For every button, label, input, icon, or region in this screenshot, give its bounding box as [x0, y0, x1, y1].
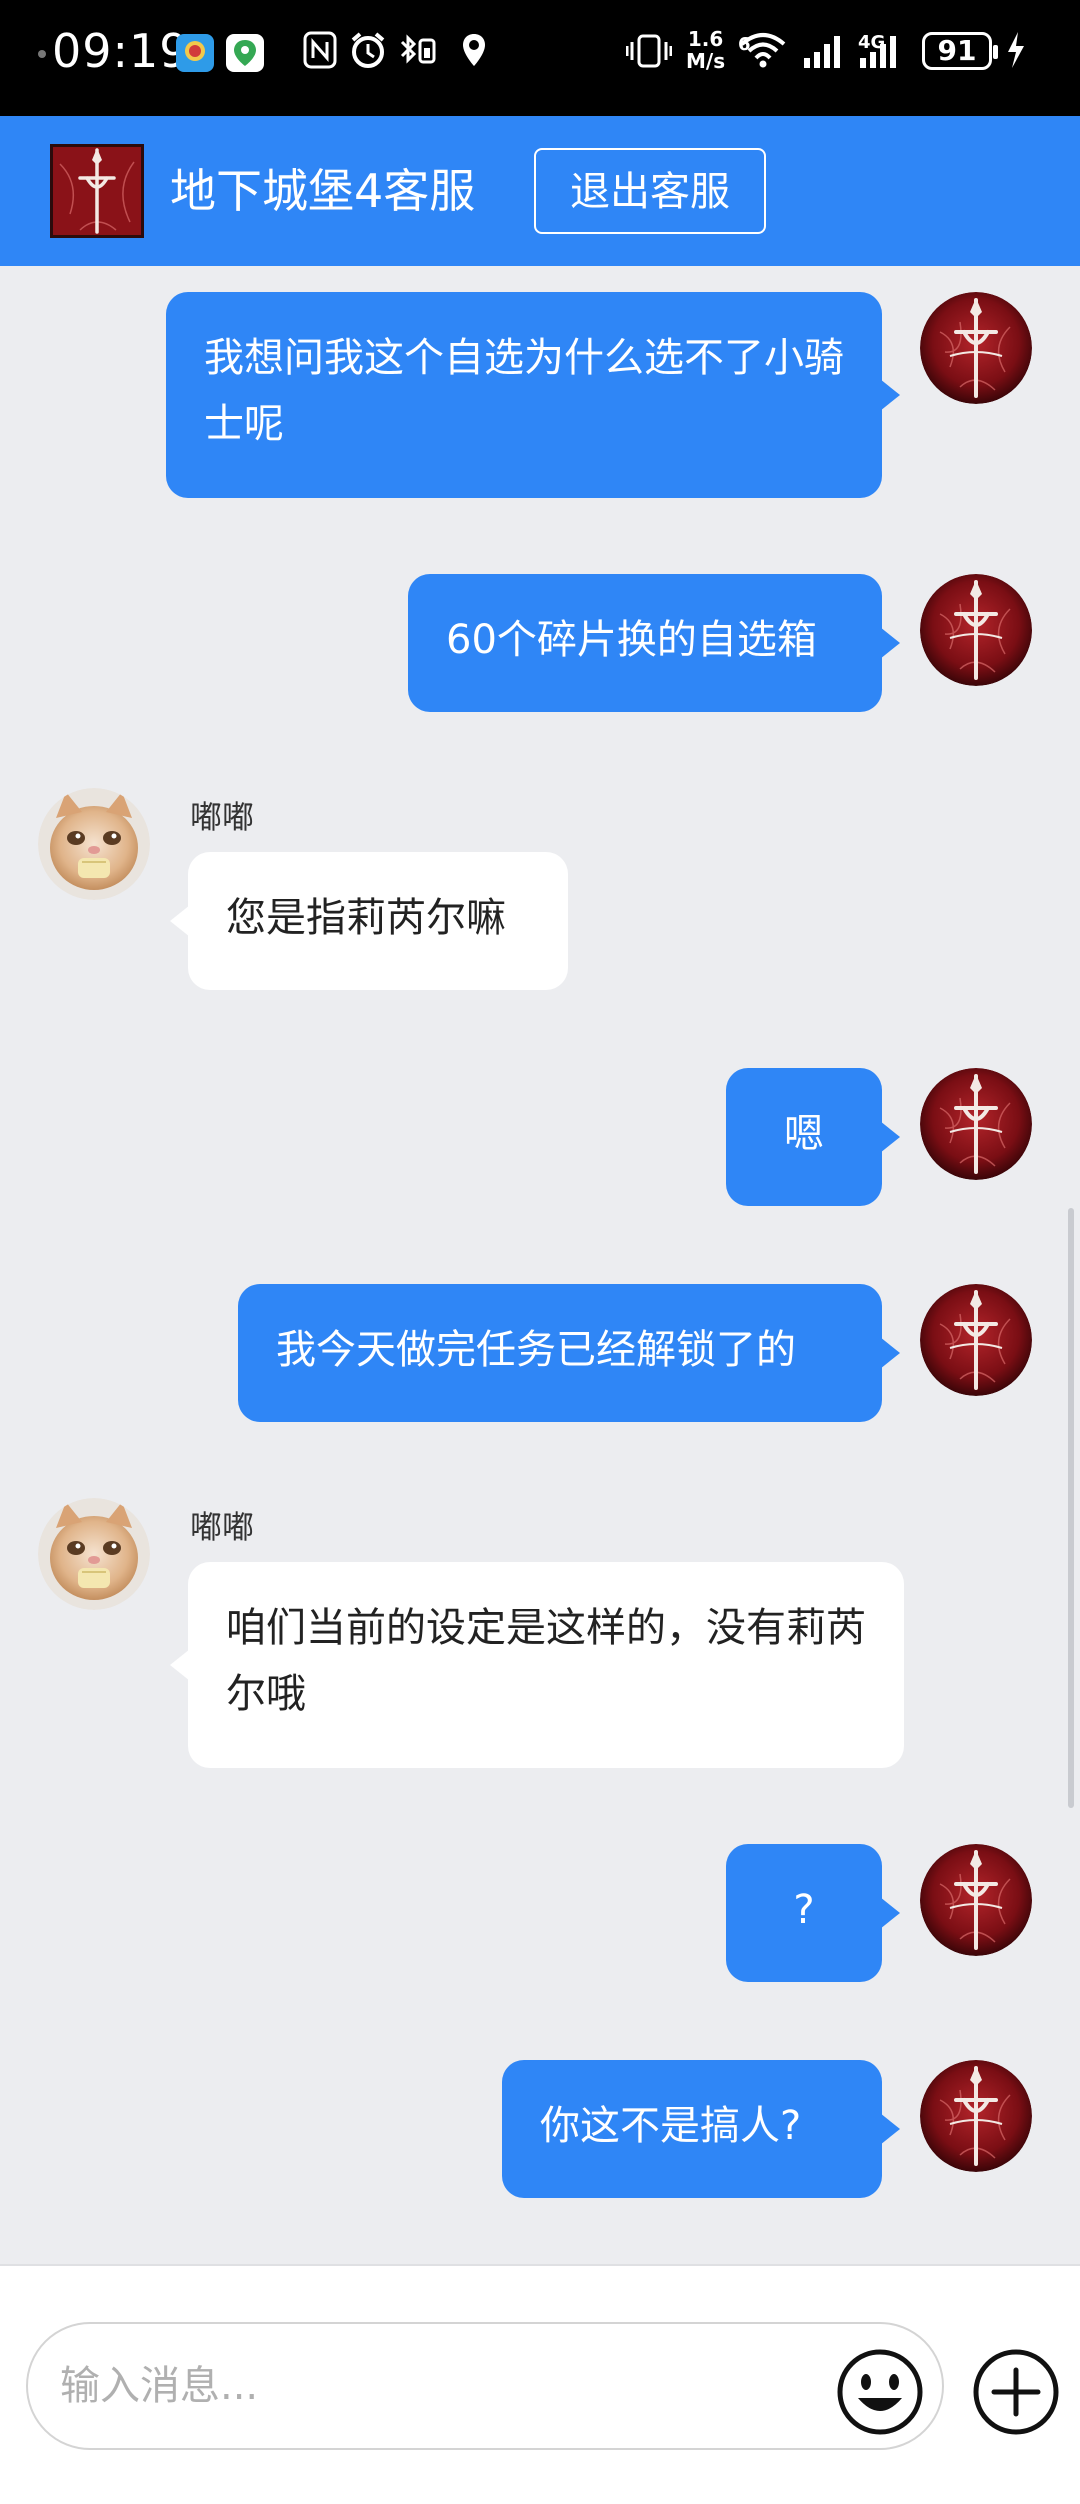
network-speed-unit: M/s — [686, 49, 726, 73]
status-time: 09:19 — [52, 24, 190, 78]
service-avatar — [50, 144, 144, 238]
wifi-icon: 6 — [738, 30, 788, 80]
chat-header: 地下城堡4客服 退出客服 — [0, 116, 1080, 266]
plus-circle-icon[interactable] — [970, 2346, 1062, 2438]
network-type-label: 4G — [858, 32, 886, 53]
chat-bubble-outgoing: 嗯 — [726, 1068, 900, 1206]
network-speed-value: 1.6 — [687, 27, 724, 51]
message-text: 我今天做完任务已经解锁了的 — [276, 1327, 796, 1373]
exit-service-button[interactable]: 退出客服 — [534, 148, 766, 234]
user-avatar[interactable] — [920, 292, 1032, 404]
chat-bubble-outgoing: 你这不是搞人? — [502, 2060, 900, 2198]
message-text: 我想问我这个自选为什么选不了小骑士呢 — [204, 335, 844, 447]
user-avatar[interactable] — [920, 1284, 1032, 1396]
chat-message-list[interactable]: 我想问我这个自选为什么选不了小骑士呢 60个碎片换的自选箱 嘟嘟 您是指莉芮尔嘛… — [0, 266, 1080, 2264]
user-avatar[interactable] — [920, 1068, 1032, 1180]
charging-icon — [1004, 30, 1028, 80]
app-notification-icon — [176, 34, 214, 72]
chat-bubble-incoming: 咱们当前的设定是这样的，没有莉芮尔哦 — [170, 1562, 904, 1768]
message-text: 你这不是搞人? — [540, 2103, 802, 2149]
chat-bubble-outgoing: 我今天做完任务已经解锁了的 — [238, 1284, 900, 1422]
chat-bubble-outgoing: ? — [726, 1844, 900, 1982]
status-bar: 09:19 1.6 M/s 6 4G 91 — [0, 0, 1080, 116]
agent-avatar[interactable] — [38, 788, 150, 900]
page-title: 地下城堡4客服 — [170, 164, 476, 218]
sender-name: 嘟嘟 — [190, 1508, 255, 1546]
bluetooth-icon — [396, 30, 444, 80]
alarm-icon — [348, 30, 388, 80]
message-input[interactable] — [26, 2322, 944, 2450]
user-avatar[interactable] — [920, 1844, 1032, 1956]
network-speed: 1.6 M/s — [686, 28, 725, 72]
message-text: 您是指莉芮尔嘛 — [226, 895, 506, 941]
message-text: 咱们当前的设定是这样的，没有莉芮尔哦 — [226, 1605, 866, 1717]
message-text: ? — [793, 1887, 815, 1933]
signal-4g-icon: 4G — [858, 30, 914, 80]
agent-avatar[interactable] — [38, 1498, 150, 1610]
battery-level: 91 — [937, 34, 977, 67]
message-text: 60个碎片换的自选箱 — [446, 617, 817, 663]
chat-bubble-incoming: 您是指莉芮尔嘛 — [170, 852, 568, 990]
maps-notification-icon — [226, 34, 264, 72]
signal-icon — [802, 30, 846, 80]
battery-icon: 91 — [922, 32, 998, 70]
location-icon — [458, 30, 490, 80]
message-input-bar — [0, 2264, 1080, 2504]
sender-name: 嘟嘟 — [190, 798, 255, 836]
chat-scrollbar[interactable] — [1068, 1208, 1074, 1808]
emoji-smile-icon[interactable] — [834, 2346, 926, 2438]
chat-bubble-outgoing: 我想问我这个自选为什么选不了小骑士呢 — [166, 292, 900, 498]
user-avatar[interactable] — [920, 2060, 1032, 2172]
status-dot — [38, 50, 46, 58]
nfc-icon — [302, 30, 338, 80]
vibrate-icon — [625, 30, 673, 80]
wifi-label: 6 — [738, 34, 751, 55]
user-avatar[interactable] — [920, 574, 1032, 686]
chat-bubble-outgoing: 60个碎片换的自选箱 — [408, 574, 900, 712]
message-text: 嗯 — [784, 1111, 824, 1157]
